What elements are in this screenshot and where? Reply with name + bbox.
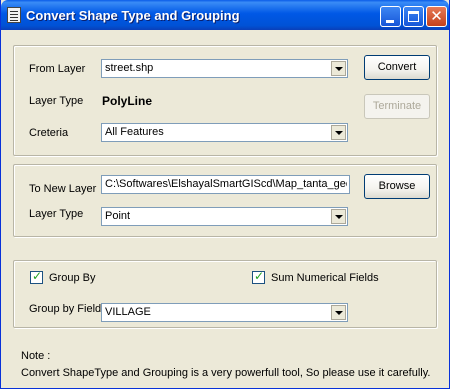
target-layer-type-label: Layer Type: [29, 208, 84, 220]
target-layer-type-value: Point: [105, 210, 131, 222]
note-heading: Note :: [21, 350, 51, 362]
sum-numerical-checkbox[interactable]: ✓: [252, 269, 265, 284]
chevron-down-icon[interactable]: [331, 305, 346, 320]
to-new-layer-label: To New Layer: [29, 183, 97, 195]
minimize-button[interactable]: [380, 6, 401, 27]
dialog-window: Convert Shape Type and Grouping ✕ From L…: [0, 0, 450, 389]
title-bar[interactable]: Convert Shape Type and Grouping ✕: [1, 0, 449, 30]
from-layer-value: street.shp: [105, 62, 154, 74]
group-by-field-label: Group by Field: [29, 303, 102, 315]
chevron-down-icon[interactable]: [331, 125, 346, 140]
target-layer-type-select[interactable]: Point: [101, 207, 348, 226]
criteria-select[interactable]: All Features: [101, 123, 348, 142]
group-by-checkbox[interactable]: ✓: [30, 269, 43, 284]
minimize-icon: [386, 20, 394, 23]
criteria-label: Creteria: [29, 127, 69, 139]
chevron-down-icon[interactable]: [331, 209, 346, 224]
note-text: Convert ShapeType and Grouping is a very…: [21, 367, 431, 379]
close-button[interactable]: ✕: [426, 6, 447, 27]
to-new-layer-input[interactable]: C:\Softwares\ElshayalSmartGIScd\Map_tant…: [101, 175, 350, 194]
close-icon: ✕: [430, 7, 443, 25]
check-icon: ✓: [32, 269, 43, 283]
group-by-field-value: VILLAGE: [105, 306, 151, 318]
layer-type-label: Layer Type: [29, 95, 84, 107]
maximize-icon: [408, 11, 419, 22]
form-icon: [7, 7, 21, 23]
group-by-field-select[interactable]: VILLAGE: [101, 303, 348, 322]
browse-button[interactable]: Browse: [364, 174, 430, 199]
terminate-button[interactable]: Terminate: [364, 94, 430, 119]
convert-button[interactable]: Convert: [364, 55, 430, 80]
group-by-label: Group By: [49, 272, 96, 284]
maximize-button[interactable]: [403, 6, 424, 27]
check-icon: ✓: [254, 269, 265, 283]
layer-type-value: PolyLine: [102, 94, 153, 108]
criteria-value: All Features: [105, 126, 164, 138]
sum-numerical-label: Sum Numerical Fields: [271, 272, 379, 284]
from-layer-label: From Layer: [29, 63, 86, 75]
window-title: Convert Shape Type and Grouping: [26, 8, 240, 23]
chevron-down-icon[interactable]: [331, 61, 346, 76]
to-new-layer-value: C:\Softwares\ElshayalSmartGIScd\Map_tant…: [105, 178, 347, 190]
from-layer-select[interactable]: street.shp: [101, 59, 348, 78]
